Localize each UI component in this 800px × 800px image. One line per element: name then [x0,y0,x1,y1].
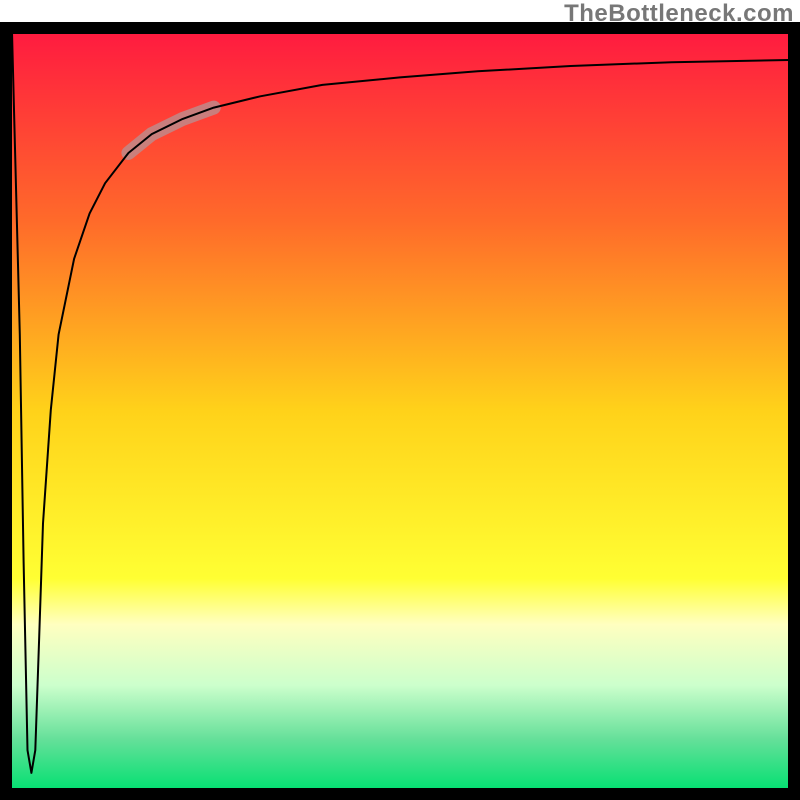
plot-background [8,30,792,792]
watermark-text: TheBottleneck.com [564,0,794,28]
bottleneck-chart [0,0,800,800]
